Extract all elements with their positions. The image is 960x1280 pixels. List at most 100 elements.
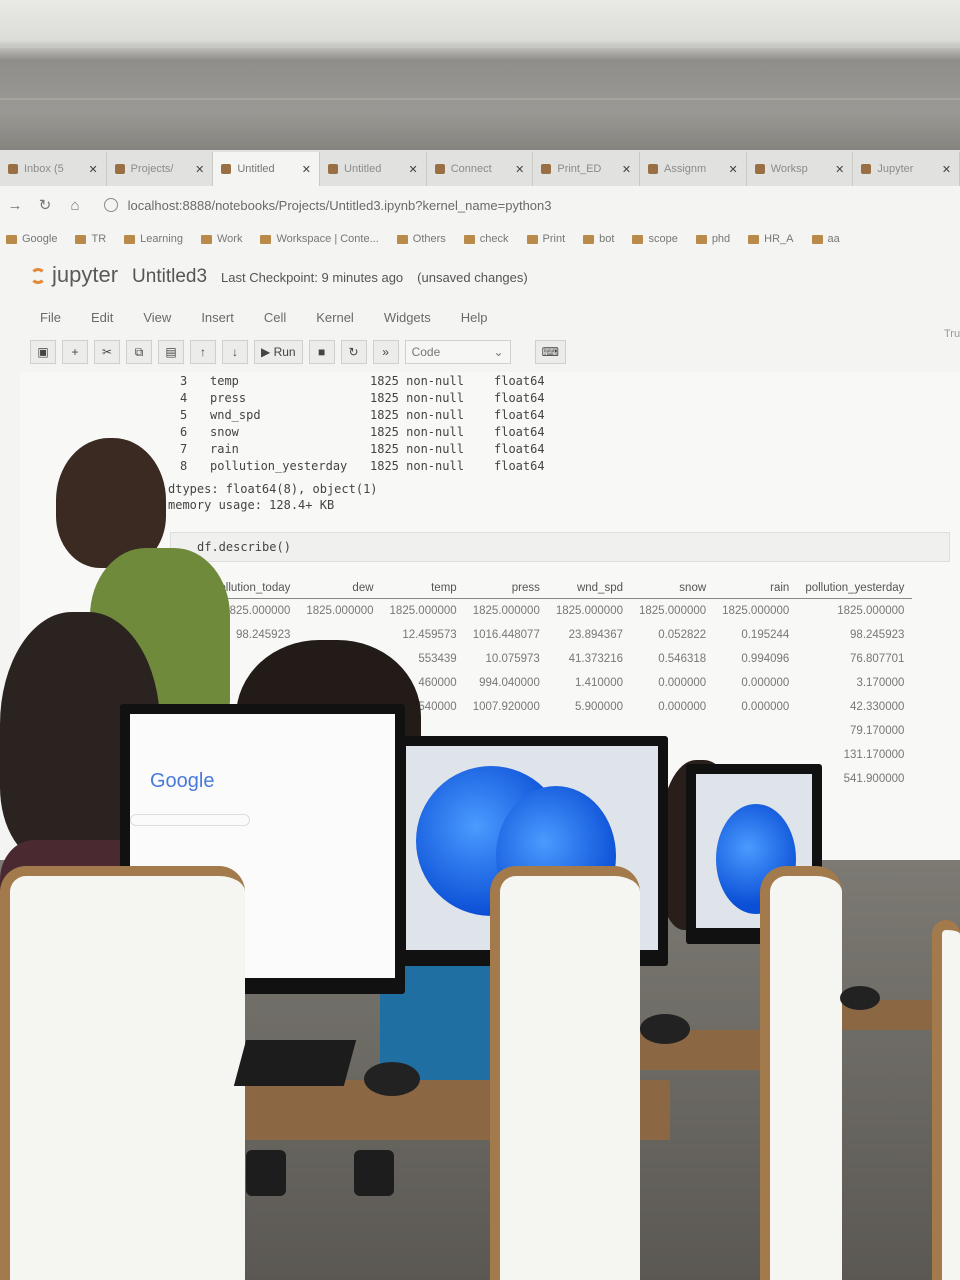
menu-item[interactable]: Cell [264, 310, 286, 325]
divider-middle [490, 866, 640, 1280]
bookmark-item[interactable]: Learning [124, 233, 183, 245]
describe-cell: 98.245923 [850, 629, 905, 641]
describe-cell: 79.170000 [850, 725, 905, 737]
paste-icon[interactable]: ▤ [158, 340, 184, 364]
fast-forward-icon[interactable]: » [372, 340, 399, 364]
tab-favicon-icon [541, 164, 552, 174]
describe-cell: 41.373216 [568, 653, 623, 665]
info-column: pollution_yesterday [210, 459, 348, 473]
bookmark-item[interactable]: Others [396, 233, 446, 245]
cut-icon[interactable]: ✂ [94, 340, 120, 364]
describe-cell: 5.900000 [575, 701, 623, 713]
tab-favicon-icon [648, 164, 659, 174]
back-icon[interactable]: → [0, 197, 30, 214]
close-tab-icon[interactable]: ✕ [728, 163, 737, 176]
info-count: 1825 non-null [370, 374, 464, 388]
reload-icon[interactable]: ↻ [30, 196, 60, 214]
stop-icon[interactable]: ■ [308, 340, 335, 364]
google-search-box[interactable] [130, 814, 250, 826]
info-index: 4 [180, 391, 188, 405]
tab-label: Worksp [770, 163, 808, 175]
bookmark-label: bot [599, 233, 615, 245]
home-icon[interactable]: ⌂ [60, 197, 90, 214]
browser-tab[interactable]: Worksp ✕ [747, 152, 854, 186]
browser-tab[interactable]: Untitled ✕ [213, 152, 321, 186]
bookmark-item[interactable]: Workspace | Conte... [260, 233, 379, 245]
browser-tab[interactable]: Projects/ ✕ [107, 152, 214, 186]
menu-item[interactable]: File [40, 310, 61, 325]
browser-tab[interactable]: Print_ED ✕ [533, 152, 641, 186]
browser-tab[interactable]: Untitled ✕ [320, 152, 427, 186]
bookmark-item[interactable]: Work [200, 233, 242, 245]
menu-item[interactable]: Edit [91, 310, 113, 325]
site-info-icon[interactable] [104, 197, 118, 212]
mouse-middle [640, 1014, 690, 1044]
add-cell-icon[interactable]: + [62, 340, 88, 364]
notebook-title[interactable]: Untitled3 [132, 266, 207, 288]
browser-tab[interactable]: Connect ✕ [427, 152, 534, 186]
browser-tab[interactable]: Assignm ✕ [640, 152, 747, 186]
close-tab-icon[interactable]: ✕ [942, 163, 951, 176]
run-button[interactable]: ▶ Run [254, 340, 303, 364]
keyboard-icon[interactable]: ⌨ [534, 340, 566, 364]
browser-tab[interactable]: Inbox (5 ✕ [0, 152, 107, 186]
copy-icon[interactable]: ⧉ [126, 340, 152, 364]
menu-item[interactable]: View [143, 310, 171, 325]
folder-icon [583, 234, 595, 244]
describe-cell: 1825.000000 [389, 605, 457, 617]
bookmark-item[interactable]: Print [526, 233, 565, 245]
close-tab-icon[interactable]: ✕ [515, 163, 524, 176]
bookmark-item[interactable]: phd [695, 233, 730, 245]
cell-type-select[interactable]: Code ⌄ [404, 340, 511, 364]
close-tab-icon[interactable]: ✕ [195, 163, 204, 176]
folder-icon [463, 234, 475, 244]
jupyter-logo[interactable]: jupyter [30, 262, 118, 288]
describe-cell: 0.000000 [741, 677, 790, 689]
trusted-indicator[interactable]: Tru [944, 328, 960, 340]
bookmark-item[interactable]: TR [75, 233, 106, 245]
info-index: 6 [180, 425, 188, 439]
move-down-icon[interactable]: ↓ [222, 340, 248, 364]
close-tab-icon[interactable]: ✕ [88, 163, 97, 176]
bookmark-item[interactable]: HR_A [748, 233, 794, 245]
menu-item[interactable]: Insert [201, 310, 234, 325]
bookmark-label: Google [22, 233, 58, 245]
save-icon[interactable]: ▣ [30, 340, 56, 364]
close-tab-icon[interactable]: ✕ [835, 163, 844, 176]
info-column: press [210, 391, 247, 405]
menu-item[interactable]: Help [461, 310, 488, 325]
move-up-icon[interactable]: ↑ [190, 340, 216, 364]
divider-far-right [932, 920, 960, 1280]
tab-label: Projects/ [130, 163, 174, 175]
menu-item[interactable]: Widgets [384, 310, 431, 325]
bookmark-item[interactable]: aa [811, 233, 840, 245]
url-field[interactable]: localhost:8888/notebooks/Projects/Untitl… [104, 197, 552, 213]
dtypes-line: dtypes: float64(8), object(1) [168, 482, 378, 496]
close-tab-icon[interactable]: ✕ [408, 163, 417, 176]
bookmark-label: check [479, 233, 509, 245]
tab-label: Inbox (5 [24, 163, 64, 175]
info-row: 7 rain 1825 non-null float64 [180, 442, 545, 456]
describe-column-header: rain [714, 578, 798, 599]
mouse-right [840, 986, 880, 1010]
folder-icon [200, 234, 212, 244]
close-tab-icon[interactable]: ✕ [622, 163, 631, 176]
code-cell[interactable]: 1 df.describe() [147, 532, 950, 562]
menu-item[interactable]: Kernel [316, 310, 354, 325]
bookmark-item[interactable]: Google [6, 233, 57, 245]
folder-icon [75, 234, 87, 244]
folder-icon [632, 234, 644, 244]
bookmarks-bar: Google TR Learning Work Workspace | Conte...… [0, 226, 960, 252]
info-column: wnd_spd [210, 408, 261, 422]
describe-cell [714, 719, 797, 743]
close-tab-icon[interactable]: ✕ [302, 163, 311, 176]
tab-favicon-icon [434, 164, 445, 174]
tab-favicon-icon [114, 164, 125, 174]
bookmark-item[interactable]: bot [583, 233, 614, 245]
describe-cell: 1825.000000 [306, 605, 374, 617]
bookmark-item[interactable]: check [463, 233, 509, 245]
browser-tab[interactable]: Jupyter ✕ [853, 152, 960, 186]
info-dtype: float64 [494, 425, 545, 439]
bookmark-item[interactable]: scope [632, 233, 678, 245]
restart-icon[interactable]: ↻ [340, 340, 367, 364]
